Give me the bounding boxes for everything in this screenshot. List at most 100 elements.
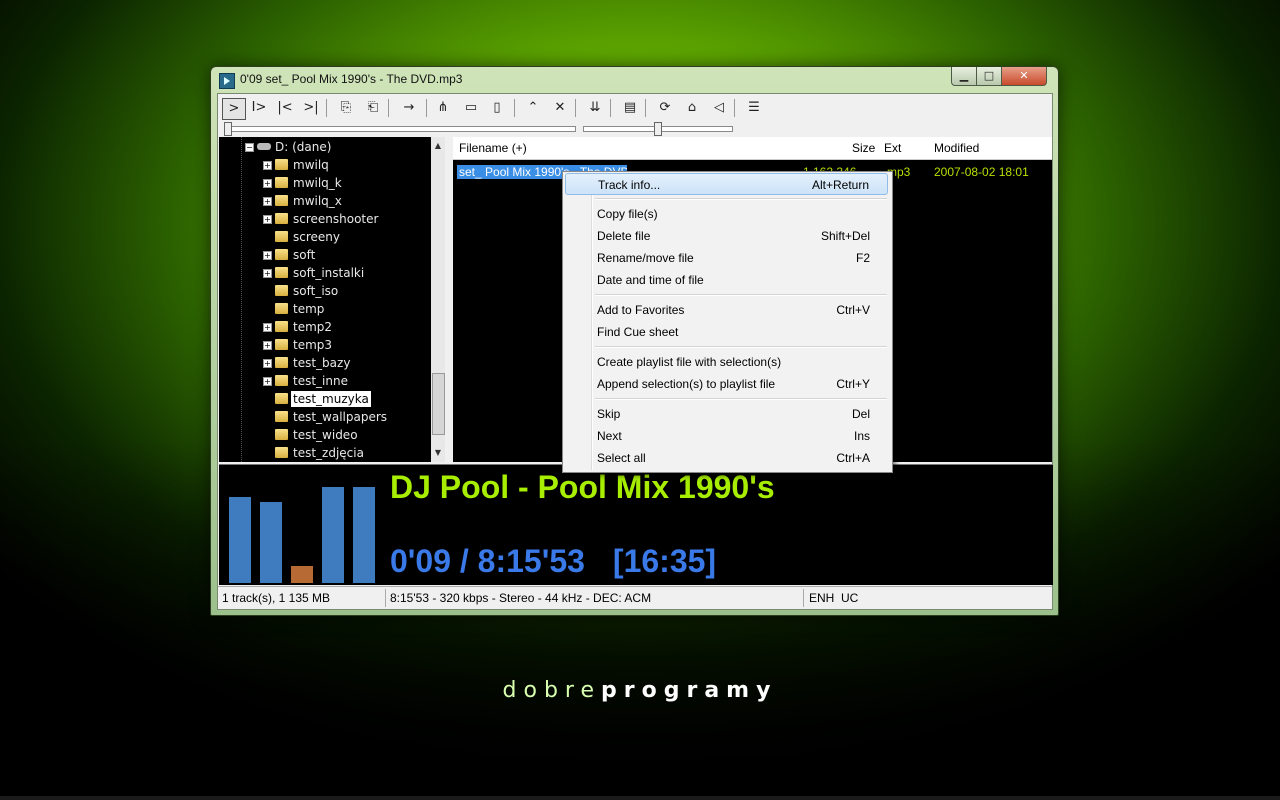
column-size[interactable]: Size (852, 141, 875, 155)
up-icon[interactable]: ⌃ (522, 98, 544, 118)
column-ext[interactable]: Ext (884, 141, 901, 155)
seek-bar[interactable] (224, 122, 576, 136)
folder-tree[interactable]: − D: (dane) + mwilq + mwilq_k + mwilq_x + scree… (219, 137, 445, 462)
menu-item[interactable]: Add to Favorites Ctrl+V (565, 299, 888, 321)
title-bar[interactable]: 0'09 set_ Pool Mix 1990's - The DVD.mp3 … (211, 67, 1058, 93)
spectrum-bar (260, 502, 282, 583)
menu-item[interactable]: Copy file(s) (565, 203, 888, 225)
folder-icon (275, 267, 288, 278)
menu-item[interactable]: Rename/move file F2 (565, 247, 888, 269)
tree-scrollbar[interactable]: ▲ ▼ (431, 137, 445, 462)
tree-node-label: mwilq_k (293, 176, 342, 190)
expand-icon[interactable]: + (263, 269, 272, 278)
sort-down-icon[interactable]: ⇊ (584, 98, 606, 118)
tree-node-label: temp2 (293, 320, 333, 334)
column-modified[interactable]: Modified (934, 141, 979, 155)
menu-item[interactable]: Select all Ctrl+A (565, 447, 888, 469)
maximize-button[interactable]: □ (976, 67, 1002, 86)
expand-icon[interactable]: + (263, 323, 272, 332)
panel-view-icon[interactable]: ▯ (486, 98, 508, 118)
folder-icon (275, 285, 288, 296)
menu-item[interactable]: Next Ins (565, 425, 888, 447)
elapsed-total: 0'09 / 8:15'53 (390, 543, 585, 579)
tree-node-label: test_inne (293, 374, 348, 388)
menu-separator (595, 198, 887, 200)
menu-item[interactable]: Find Cue sheet (565, 321, 888, 343)
menu-item-label: Rename/move file (597, 251, 694, 265)
drive-icon (257, 143, 271, 150)
open-folder-icon[interactable]: ⎘ (335, 98, 357, 118)
scroll-up-icon[interactable]: ▲ (431, 139, 445, 153)
menu-item[interactable]: Track info... Alt+Return (565, 173, 888, 195)
menu-item-label: Delete file (597, 229, 651, 243)
tree-node-label: temp3 (293, 338, 333, 352)
expand-icon[interactable]: + (263, 215, 272, 224)
expand-icon[interactable]: + (263, 179, 272, 188)
menu-separator (595, 398, 887, 400)
menu-item-label: Track info... (598, 178, 661, 192)
remaining-time: [16:35] (612, 543, 717, 579)
menu-item-label: Next (597, 429, 622, 443)
toolbar-separator (514, 99, 515, 117)
brand-light: dobre (502, 678, 602, 703)
expand-icon[interactable]: + (263, 377, 272, 386)
settings-icon[interactable]: ☰ (743, 98, 765, 118)
play-icon[interactable]: > (222, 98, 246, 120)
window-title: 0'09 set_ Pool Mix 1990's - The DVD.mp3 (240, 72, 463, 86)
player-display: DJ Pool - Pool Mix 1990's 0'09 / 8:15'53… (219, 464, 1053, 585)
menu-item-label: Copy file(s) (597, 207, 658, 221)
spectrum-bar (322, 487, 344, 583)
expand-icon[interactable]: + (263, 341, 272, 350)
expand-icon[interactable]: + (263, 161, 272, 170)
expand-icon[interactable]: + (263, 197, 272, 206)
home-icon[interactable]: ⌂ (681, 98, 703, 118)
folder-icon (275, 177, 288, 188)
menu-item-label: Create playlist file with selection(s) (597, 355, 782, 369)
volume-slider[interactable] (583, 122, 733, 136)
mixer-icon[interactable]: ⋔ (432, 98, 454, 118)
menu-item[interactable]: Skip Del (565, 403, 888, 425)
volume-thumb[interactable] (654, 122, 662, 136)
expand-icon[interactable]: + (263, 251, 272, 260)
menu-item-label: Skip (597, 407, 621, 421)
next-track-icon[interactable]: >| (300, 98, 322, 118)
refresh-icon[interactable]: ⟳ (654, 98, 676, 118)
previous-track-icon[interactable]: |< (274, 98, 296, 118)
app-icon (219, 73, 235, 89)
status-tracks: 1 track(s), 1 135 MB (222, 591, 331, 605)
menu-item-label: Date and time of file (597, 273, 704, 287)
split-view-icon[interactable]: ▤ (619, 98, 641, 118)
folder-icon (275, 411, 288, 422)
scroll-down-icon[interactable]: ▼ (431, 446, 445, 460)
remove-icon[interactable]: ✕ (549, 98, 571, 118)
expand-icon[interactable]: + (263, 359, 272, 368)
folder-icon (275, 303, 288, 314)
toolbar-separator (326, 99, 327, 117)
menu-item[interactable]: Delete file Shift+Del (565, 225, 888, 247)
tree-node-label: D: (dane) (275, 140, 332, 154)
scroll-thumb[interactable] (432, 373, 445, 435)
menu-item[interactable]: Append selection(s) to playlist file Ctrl… (565, 373, 888, 395)
menu-separator (595, 294, 887, 296)
toolbar-separator (575, 99, 576, 117)
menu-item-shortcut: Ctrl+Y (836, 377, 870, 391)
menu-item-shortcut: F2 (855, 251, 870, 265)
menu-item[interactable]: Date and time of file (565, 269, 888, 291)
open-file-icon[interactable]: ⎗ (362, 98, 384, 118)
menu-item[interactable]: Create playlist file with selection(s) (565, 351, 888, 373)
folder-icon (275, 375, 288, 386)
folder-icon (275, 393, 288, 404)
close-button[interactable]: ✕ (1001, 67, 1047, 86)
minimize-button[interactable]: ▁ (951, 67, 977, 86)
window-view-icon[interactable]: ▭ (460, 98, 482, 118)
menu-item-shortcut: Ins (853, 429, 870, 443)
play-pause-icon[interactable]: I> (248, 98, 270, 118)
volume-icon[interactable]: ◁ (708, 98, 730, 118)
toolbar-separator (388, 99, 389, 117)
toolbar-separator (426, 99, 427, 117)
folder-icon (275, 339, 288, 350)
seek-thumb[interactable] (224, 122, 232, 136)
column-filename[interactable]: Filename (+) (459, 141, 527, 155)
jump-icon[interactable]: → (398, 98, 420, 118)
collapse-icon[interactable]: − (245, 143, 254, 152)
